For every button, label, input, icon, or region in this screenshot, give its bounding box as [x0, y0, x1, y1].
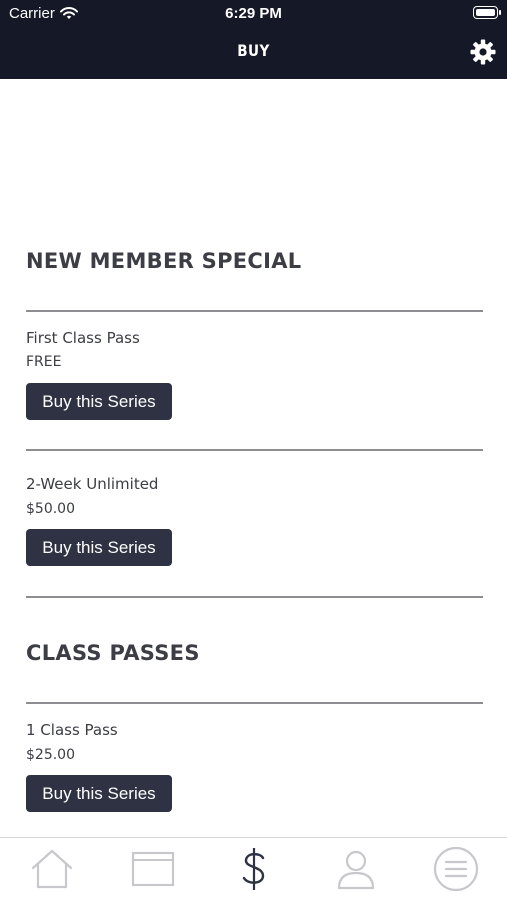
- divider: [26, 702, 483, 704]
- menu-icon[interactable]: [431, 846, 481, 892]
- buy-series-button-2-week-unlimited[interactable]: Buy this Series: [26, 529, 172, 566]
- gear-icon[interactable]: [470, 39, 496, 65]
- battery-icon: [473, 6, 501, 19]
- bottom-tab-bar: [0, 837, 507, 900]
- buy-series-button-1-class-pass[interactable]: Buy this Series: [26, 775, 172, 812]
- item-name-1-class-pass: 1 Class Pass: [26, 721, 118, 739]
- dollar-icon[interactable]: [229, 846, 279, 892]
- divider: [26, 449, 483, 451]
- section-title-class-passes: CLASS PASSES: [26, 641, 200, 665]
- status-time: 6:29 PM: [225, 5, 282, 22]
- divider: [26, 310, 483, 312]
- item-price-1-class-pass: $25.00: [26, 747, 75, 763]
- top-header: Carrier 6:29 PM BUY: [0, 0, 507, 79]
- page-title: BUY: [237, 41, 270, 60]
- home-icon[interactable]: [27, 846, 77, 892]
- item-price-first-class-pass: FREE: [26, 354, 62, 370]
- section-title-new-member-special: NEW MEMBER SPECIAL: [26, 249, 302, 273]
- item-price-2-week-unlimited: $50.00: [26, 501, 75, 517]
- buy-series-button-first-class-pass[interactable]: Buy this Series: [26, 383, 172, 420]
- divider: [26, 596, 483, 598]
- profile-icon[interactable]: [331, 846, 381, 892]
- item-name-2-week-unlimited: 2-Week Unlimited: [26, 475, 159, 493]
- buy-screen: Carrier 6:29 PM BUY NEW MEMBER SPECIAL F…: [0, 0, 507, 900]
- schedule-icon[interactable]: [128, 846, 178, 892]
- item-name-first-class-pass: First Class Pass: [26, 329, 140, 347]
